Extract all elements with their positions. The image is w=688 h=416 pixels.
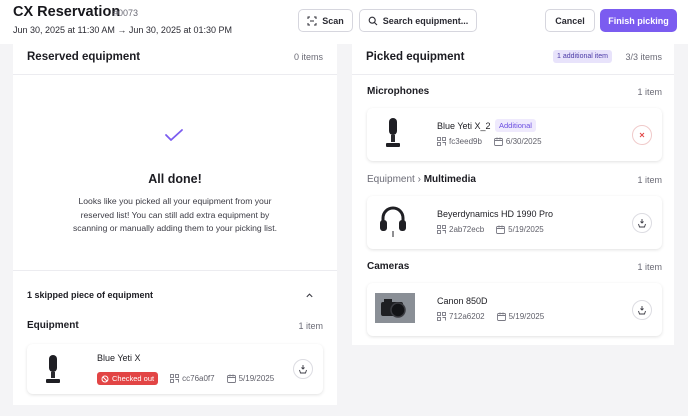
equipment-name: Canon 850D	[437, 296, 488, 306]
unpick-icon	[299, 365, 307, 374]
reserved-count: 0 items	[293, 52, 323, 62]
divider	[13, 74, 337, 75]
picked-card[interactable]: Canon 850D 712a6202 5/19/2025	[367, 283, 662, 336]
scan-icon	[307, 16, 317, 25]
reserved-equipment-panel: Reserved equipment 0 items All done! Loo…	[13, 44, 337, 405]
equipment-meta: Checked out cc76a0f7 5/19/2025	[97, 372, 274, 385]
section-title: Equipment	[27, 320, 79, 331]
reservation-number: #0073	[113, 8, 139, 18]
scan-button[interactable]: Scan	[298, 9, 353, 32]
equipment-date: 6/30/2025	[493, 137, 542, 146]
microphone-thumbnail	[386, 118, 400, 147]
barcode-icon	[170, 374, 180, 383]
cancel-button[interactable]: Cancel	[545, 9, 595, 32]
picked-equipment-panel: Picked equipment 1 additional item 3/3 i…	[352, 44, 674, 345]
picked-count: 3/3 items	[625, 52, 662, 62]
status-badge: Checked out	[97, 372, 159, 385]
check-icon	[165, 129, 183, 141]
date-text: 5/19/2025	[508, 312, 545, 321]
equipment-code: fc3eed9b	[437, 137, 482, 146]
code-text: 712a6202	[449, 312, 485, 321]
page-title: CX Reservation	[13, 4, 121, 20]
section-count: 1 item	[298, 321, 323, 331]
calendar-icon	[496, 225, 506, 234]
reserved-title: Reserved equipment	[27, 51, 141, 63]
group-title: Equipment › Multimedia	[367, 174, 476, 185]
headphones-thumbnail	[380, 206, 406, 237]
barcode-icon	[437, 137, 446, 146]
equipment-name: Blue Yeti X	[97, 353, 141, 363]
equipment-meta: 2ab72ecb 5/19/2025	[437, 225, 544, 234]
unpick-icon	[638, 306, 646, 315]
additional-items-badge: 1 additional item	[553, 50, 612, 63]
search-label: Search equipment...	[382, 15, 469, 26]
remove-button[interactable]	[632, 125, 652, 145]
equipment-code: 712a6202	[437, 312, 485, 321]
search-equipment-button[interactable]: Search equipment...	[359, 9, 477, 32]
search-icon	[368, 16, 378, 25]
code-text: cc76a0f7	[182, 374, 215, 383]
breadcrumb-separator: ›	[417, 174, 421, 185]
picked-card[interactable]: Beyerdynamics HD 1990 Pro 2ab72ecb 5/19/…	[367, 196, 662, 249]
all-done-title: All done!	[148, 172, 202, 186]
ban-icon	[101, 375, 109, 382]
date-text: 5/19/2025	[508, 225, 544, 234]
equipment-name: Beyerdynamics HD 1990 Pro	[437, 209, 554, 219]
divider	[352, 74, 674, 75]
code-text: fc3eed9b	[449, 137, 482, 146]
scan-label: Scan	[322, 15, 344, 26]
barcode-icon	[437, 225, 446, 234]
group-count: 1 item	[637, 175, 662, 185]
equipment-card[interactable]: Blue Yeti X Checked out cc76a0f7 5/19/20…	[27, 344, 323, 394]
picked-title: Picked equipment	[366, 51, 465, 63]
divider	[13, 270, 337, 271]
picked-card[interactable]: Blue Yeti X_2 Additional fc3eed9b 6/30/2…	[367, 108, 662, 161]
equipment-date: 5/19/2025	[496, 312, 545, 321]
reservation-dates: Jun 30, 2025 at 11:30 AM → Jun 30, 2025 …	[13, 25, 232, 35]
microphone-thumbnail	[46, 355, 60, 383]
page-header: CX Reservation #0073 Jun 30, 2025 at 11:…	[0, 0, 688, 44]
unpick-button[interactable]	[293, 359, 313, 379]
unpick-button[interactable]	[632, 213, 652, 233]
equipment-meta: 712a6202 5/19/2025	[437, 312, 544, 321]
camera-thumbnail	[375, 293, 415, 323]
unpick-button[interactable]	[632, 300, 652, 320]
group-count: 1 item	[637, 87, 662, 97]
additional-badge: Additional	[495, 119, 536, 132]
calendar-icon	[493, 137, 503, 146]
calendar-icon	[496, 312, 506, 321]
group-title: Microphones	[367, 86, 430, 97]
code-text: 2ab72ecb	[449, 225, 485, 234]
date-text: 5/19/2025	[238, 374, 275, 383]
all-done-message: Looks like you picked all your equipment…	[73, 196, 277, 233]
barcode-icon	[437, 312, 446, 321]
unpick-icon	[638, 219, 646, 228]
date-text: 6/30/2025	[505, 137, 542, 146]
equipment-code: 2ab72ecb	[437, 225, 484, 234]
skipped-toggle-label[interactable]: 1 skipped piece of equipment	[27, 290, 153, 300]
equipment-date: 5/19/2025	[226, 374, 275, 383]
group-breadcrumb-parent[interactable]: Equipment	[367, 174, 415, 185]
group-breadcrumb-current: Multimedia	[423, 174, 476, 185]
equipment-name: Blue Yeti X_2	[437, 121, 491, 131]
remove-icon	[639, 132, 645, 138]
calendar-icon	[226, 374, 236, 383]
group-count: 1 item	[637, 262, 662, 272]
chevron-up-icon[interactable]	[305, 291, 314, 300]
status-label: Checked out	[112, 374, 155, 383]
equipment-code: cc76a0f7	[170, 374, 215, 383]
equipment-meta: fc3eed9b 6/30/2025	[437, 137, 542, 146]
finish-picking-button[interactable]: Finish picking	[600, 9, 677, 32]
equipment-date: 5/19/2025	[496, 225, 544, 234]
group-title: Cameras	[367, 261, 410, 272]
